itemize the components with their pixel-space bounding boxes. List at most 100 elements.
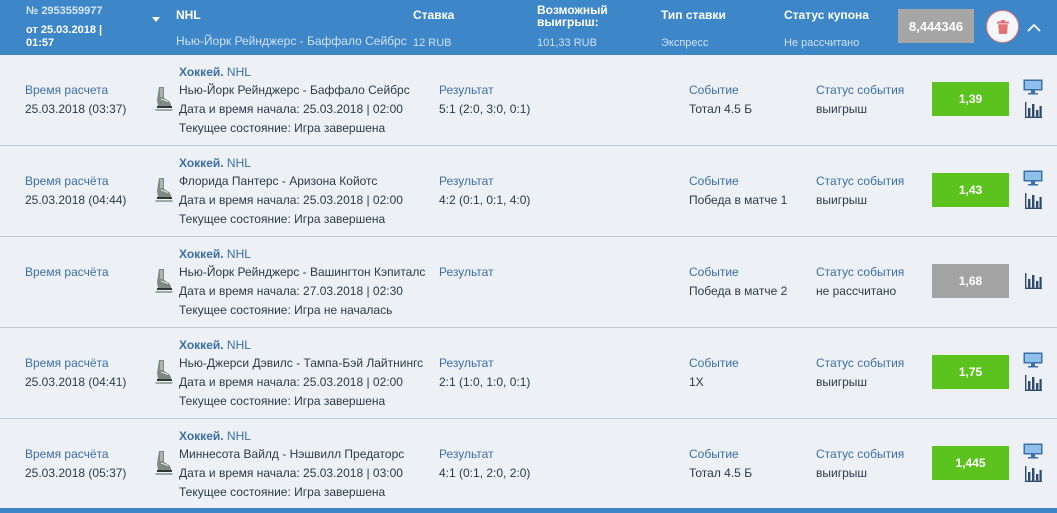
league-name: NHL: [226, 338, 251, 352]
bar-chart-icon[interactable]: [1024, 375, 1042, 391]
result-label: Результат: [439, 174, 494, 188]
sport-league: Хоккей. NHL: [179, 65, 251, 79]
odds-badge[interactable]: 1,68: [932, 264, 1009, 298]
sport-league: Хоккей. NHL: [179, 247, 251, 261]
bar-chart-icon[interactable]: [1024, 102, 1042, 118]
hockey-skate-icon: [155, 360, 173, 384]
event-status-label: Статус события: [816, 174, 905, 188]
sport-name: Хоккей.: [179, 429, 224, 443]
sport-league: Хоккей. NHL: [179, 156, 251, 170]
collapse-button[interactable]: [1023, 17, 1045, 37]
calc-time-value: 25.03.2018 (05:37): [25, 466, 127, 480]
event-status-label: Статус события: [816, 83, 905, 97]
game-state: Текущее состояние: Игра завершена: [179, 212, 386, 226]
odds-badge[interactable]: 1,75: [932, 355, 1009, 389]
bar-chart-icon[interactable]: [1024, 466, 1042, 482]
hockey-skate-icon: [155, 87, 173, 111]
event-status-label: Статус события: [816, 356, 905, 370]
event-label: Событие: [689, 83, 739, 97]
calc-time-label: Время расчёта: [25, 265, 109, 279]
result-label: Результат: [439, 83, 494, 97]
odds-badge[interactable]: 1,445: [932, 446, 1009, 480]
sport-name: Хоккей.: [179, 338, 224, 352]
result-label: Результат: [439, 265, 494, 279]
match-name: Нью-Йорк Рейнджерс - Баффало Сейбрс: [179, 83, 410, 97]
league-name: NHL: [226, 156, 251, 170]
start-time: Дата и время начала: 27.03.2018 | 02:30: [179, 284, 403, 298]
monitor-icon[interactable]: [1023, 352, 1043, 368]
bottom-border: [0, 508, 1057, 513]
odds-badge[interactable]: 1,39: [932, 82, 1009, 116]
event-status-value: выигрыш: [816, 375, 868, 389]
caret-down-icon[interactable]: [152, 17, 160, 22]
event-value: Победа в матче 1: [689, 193, 788, 207]
calc-time-value: 25.03.2018 (04:41): [25, 375, 127, 389]
event-status-value: не рассчитано: [816, 284, 897, 298]
match-name: Флорида Пантерс - Аризона Койотс: [179, 174, 378, 188]
event-status-label: Статус события: [816, 265, 905, 279]
monitor-icon[interactable]: [1023, 170, 1043, 186]
result-value: 4:1 (0:1, 2:0, 2:0): [439, 466, 531, 480]
event-value: 1X: [689, 375, 704, 389]
event-row: Время расчёта 25.03.2018 (04:44) Хоккей.…: [0, 146, 1057, 237]
sport-name: Хоккей.: [179, 156, 224, 170]
match-name: Миннесота Вайлд - Нэшвилл Предаторс: [179, 447, 405, 461]
league-name: NHL: [226, 65, 251, 79]
hockey-skate-icon: [155, 269, 173, 293]
start-time: Дата и время начала: 25.03.2018 | 02:00: [179, 193, 403, 207]
coupon-date: от 25.03.2018 | 01:57: [26, 24, 103, 49]
event-status-value: выигрыш: [816, 466, 868, 480]
event-status-value: выигрыш: [816, 102, 868, 116]
event-row: Время расчета 25.03.2018 (03:37) Хоккей.…: [0, 55, 1057, 146]
game-state: Текущее состояние: Игра завершена: [179, 394, 386, 408]
possible-win-value: 101,33 RUB: [537, 37, 597, 49]
bet-type-value: Экспресс: [661, 37, 709, 49]
event-status-value: выигрыш: [816, 193, 868, 207]
result-value: 4:2 (0:1, 0:1, 4:0): [439, 193, 531, 207]
calc-time-label: Время расчёта: [25, 356, 109, 370]
event-label: Событие: [689, 174, 739, 188]
total-odds-badge: 8,444346: [898, 9, 974, 43]
match-name: Нью-Йорк Рейнджерс - Вашингтон Кэпиталс: [179, 265, 426, 279]
calc-time-label: Время расчета: [25, 83, 109, 97]
league-name: NHL: [226, 429, 251, 443]
match-name: Нью-Джерси Дэвилс - Тампа-Бэй Лайтнингс: [179, 356, 424, 370]
monitor-icon[interactable]: [1023, 443, 1043, 459]
start-time: Дата и время начала: 25.03.2018 | 02:00: [179, 102, 403, 116]
sport-name: Хоккей.: [179, 247, 224, 261]
sport-league: Хоккей. NHL: [179, 338, 251, 352]
coupon-header: № 2953559977 от 25.03.2018 | 01:57 NHL Н…: [0, 0, 1057, 55]
game-state: Текущее состояние: Игра не началась: [179, 303, 393, 317]
event-value: Победа в матче 2: [689, 284, 788, 298]
stake-value: 12 RUB: [413, 37, 452, 49]
calc-time-value: 25.03.2018 (03:37): [25, 102, 127, 116]
bar-chart-icon[interactable]: [1024, 273, 1042, 289]
result-label: Результат: [439, 356, 494, 370]
event-row: Время расчёта 25.03.2018 (05:37) Хоккей.…: [0, 419, 1057, 510]
delete-coupon-button[interactable]: [986, 10, 1019, 43]
event-value: Тотал 4.5 Б: [689, 102, 753, 116]
game-state: Текущее состояние: Игра завершена: [179, 485, 386, 499]
event-label: Событие: [689, 265, 739, 279]
odds-badge[interactable]: 1,43: [932, 173, 1009, 207]
start-time: Дата и время начала: 25.03.2018 | 02:00: [179, 375, 403, 389]
event-status-label: Статус события: [816, 447, 905, 461]
calc-time-label: Время расчёта: [25, 447, 109, 461]
result-label: Результат: [439, 447, 494, 461]
hockey-skate-icon: [155, 451, 173, 475]
result-value: 2:1 (1:0, 1:0, 0:1): [439, 375, 531, 389]
event-label: Событие: [689, 356, 739, 370]
game-state: Текущее состояние: Игра завершена: [179, 121, 386, 135]
trash-icon: [996, 19, 1009, 34]
bar-chart-icon[interactable]: [1024, 193, 1042, 209]
sport-name: Хоккей.: [179, 65, 224, 79]
coupon-status-value: Не рассчитано: [784, 37, 860, 49]
stake-label: Ставка: [413, 8, 455, 22]
coupon-match: Нью-Йорк Рейнджерс - Баффало Сейбрс: [176, 34, 407, 48]
result-value: 5:1 (2:0, 3:0, 0:1): [439, 102, 531, 116]
event-list: Время расчета 25.03.2018 (03:37) Хоккей.…: [0, 55, 1057, 510]
coupon-id: № 2953559977: [26, 5, 103, 17]
chevron-up-icon: [1027, 23, 1041, 32]
monitor-icon[interactable]: [1023, 79, 1043, 95]
coupon-status-label: Статус купона: [784, 8, 869, 22]
